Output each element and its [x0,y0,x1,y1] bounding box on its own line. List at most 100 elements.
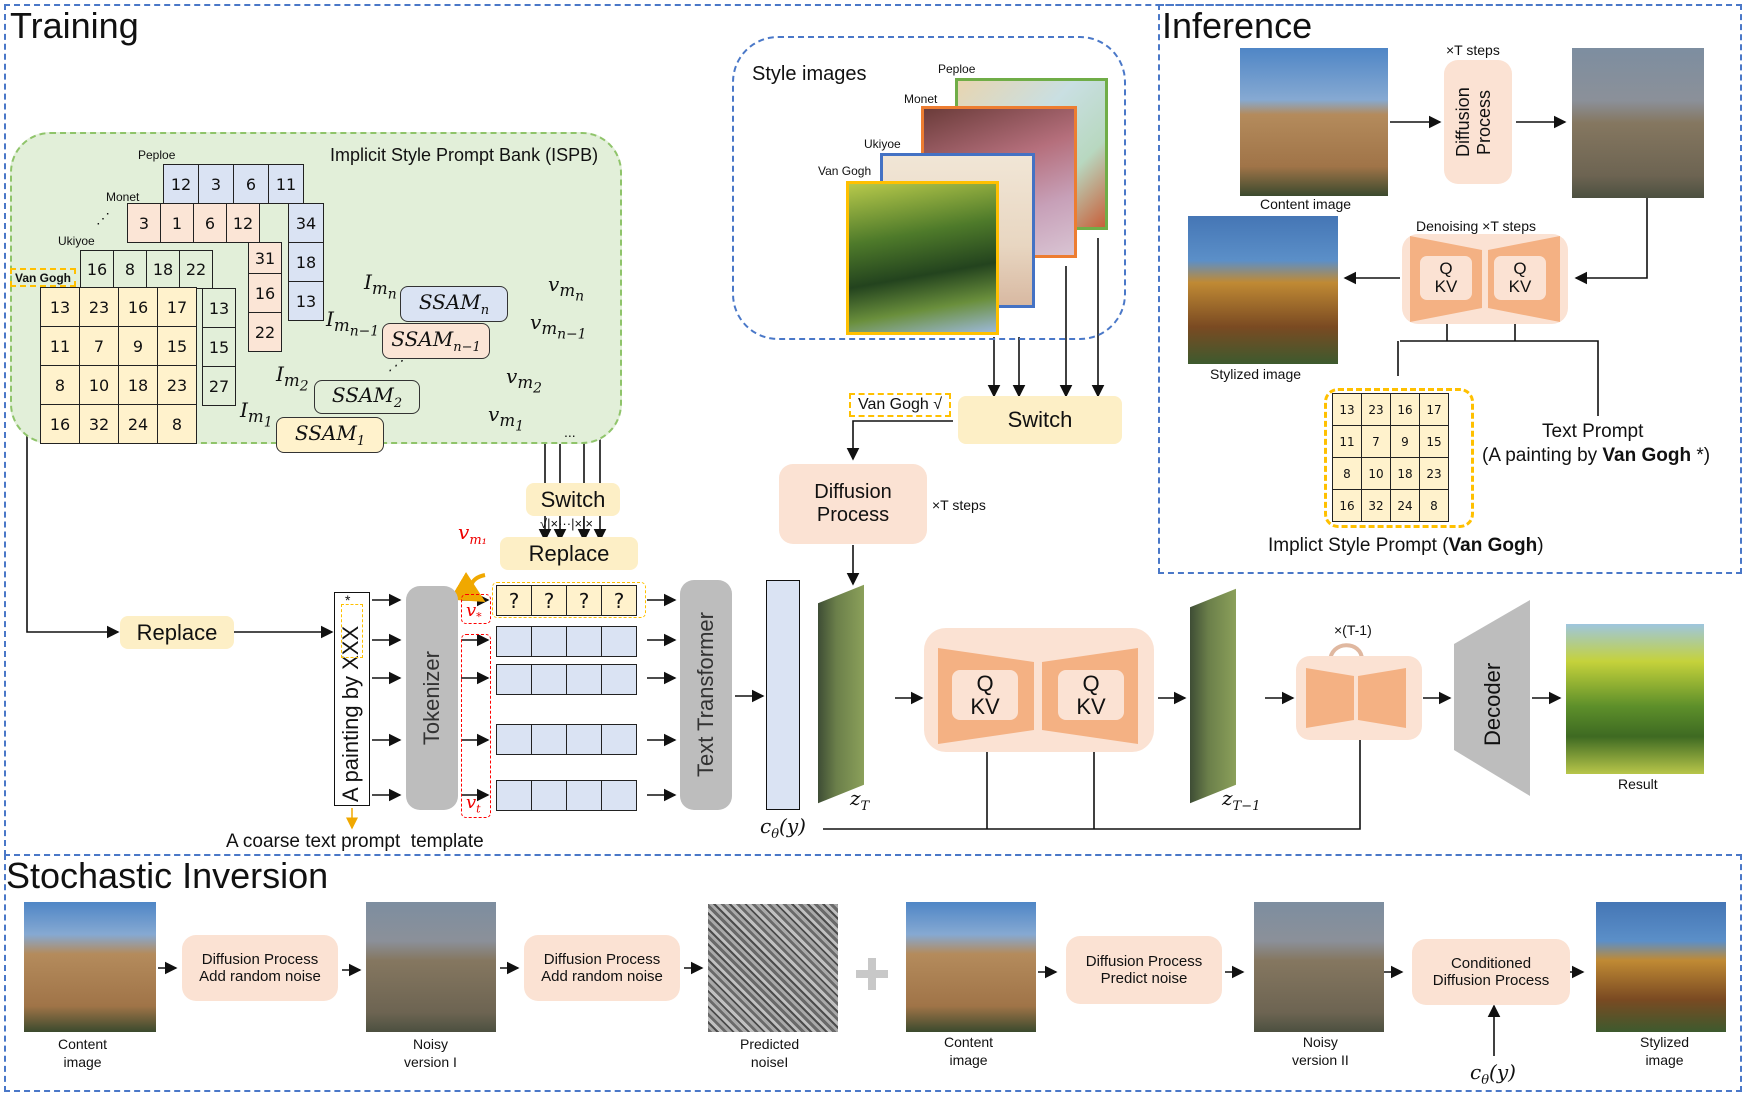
grid-cell: 10 [1361,457,1391,490]
placeholder-highlight [341,604,363,658]
si-label: Content image [58,1036,108,1070]
si-conditioned-diffusion-box: Conditioned Diffusion Process [1412,939,1570,1005]
text-prompt-title: Text Prompt [1542,421,1644,442]
grid-cell: 16 [40,404,80,444]
inference-content-label: Content image [1260,196,1352,212]
ssam-n-minus-1: SSAMn−1 [382,323,490,359]
si-label: Noisy version II [1292,1034,1349,1068]
q-label: Q [1513,259,1527,279]
peploe-prompt-col: 34 18 13 [288,203,324,321]
van-gogh-prompt-grid: 13 23 16 17 11 7 9 15 8 10 18 23 16 32 2… [40,287,197,444]
output-label-2: vm2 [506,364,542,397]
input-label-n: Imn [364,270,397,303]
replace-label: Replace [528,540,610,566]
switch-box-style: Switch [958,396,1122,444]
loop-label: ×(T-1) [1334,622,1372,638]
si-diffusion-box-1: Diffusion Process Add random noise [182,935,338,1001]
text-transformer-box: Text Transformer [680,580,732,810]
q-label: Q [1082,670,1100,696]
monet-prompt-col: 31 16 22 [248,242,282,352]
si-noisy-image-2 [1254,902,1384,1032]
grid-cell: 3 [127,203,161,243]
grid-cell: 32 [1361,489,1391,522]
si-content-image-1 [24,902,156,1032]
grid-cell: 23 [157,365,197,405]
grid-cell: 22 [179,250,213,289]
token-embedding [496,780,637,811]
input-label-1: Im1 [240,398,273,431]
grid-cell: 9 [118,326,158,366]
kv-label: KV [1508,277,1532,296]
si-stylized-image [1596,902,1726,1032]
z-t-label: zT [850,786,870,814]
monet-prompt-grid: 3 1 6 12 [127,203,260,243]
style-label-ukiyoe: Ukiyoe [864,137,901,151]
unet-loop-shape [1306,668,1406,728]
text-prompt-value: (A painting by Van Gogh *) [1482,445,1711,466]
kv-label: KV [1434,277,1458,296]
si-label: Predicted noiseI [740,1036,800,1070]
grid-cell: 8 [40,365,80,405]
placeholder-token: ? [531,585,567,616]
grid-cell: 7 [1361,425,1391,458]
replace-left-label: Replace [136,619,218,645]
grid-cell: 17 [1419,393,1449,426]
grid-cell: 17 [157,287,197,327]
grid-cell: 11 [268,164,304,204]
grid-cell: 8 [157,404,197,444]
latent-z-t-minus-1 [1190,588,1236,804]
inference-attention-right: Q KV [1494,256,1546,300]
label-peploe: Peploe [138,148,176,162]
si-label: Stylized image [1640,1034,1690,1068]
si-content-image-2 [906,902,1036,1032]
grid-cell: 10 [79,365,119,405]
grid-cell: 11 [40,326,80,366]
unet-attention-left: Q KV [952,670,1018,720]
grid-cell: 6 [233,164,269,204]
grid-cell: 12 [226,203,260,243]
van-gogh-tag: Van Gogh [10,268,76,287]
plus-icon [856,958,888,990]
v-t-box [461,634,491,818]
ssam-label: SSAMn−1 [391,327,481,355]
grid-cell: 23 [79,287,119,327]
grid-cell: 31 [248,242,282,274]
grid-cell: 32 [79,404,119,444]
grid-cell: 18 [288,242,324,282]
kv-label: KV [1076,694,1106,719]
placeholder-token: ? [566,585,602,616]
grid-cell: 8 [1332,457,1362,490]
output-label-1: vm1 [488,402,524,435]
grid-cell: 9 [1390,425,1420,458]
si-condition-label: cθ(y) [1470,1060,1516,1088]
placeholder-token: ? [601,585,637,616]
grid-cell: 18 [118,365,158,405]
si-label: Content image [944,1034,994,1068]
grid-cell: 13 [288,281,324,321]
peploe-prompt-grid: 12 3 6 11 [163,164,304,204]
ellipsis: ⋰ [96,210,110,226]
selected-style-tag: Van Gogh √ [849,393,951,417]
grid-cell: 16 [248,273,282,313]
outputs-ellipsis: ... [564,424,576,440]
implicit-style-prompt-caption: Implict Style Prompt (Van Gogh) [1268,535,1544,556]
ukiyoe-prompt-grid: 16 8 18 22 [80,250,213,289]
v-m1-label: vm₁ [458,520,487,548]
placeholder-embedding: ? ? ? ? [496,585,637,616]
t-steps-label: ×T steps [932,497,986,513]
ukiyoe-prompt-col: 13 15 27 [202,288,236,406]
grid-cell: 1 [160,203,194,243]
grid-cell: 12 [163,164,199,204]
grid-cell: 34 [288,203,324,243]
grid-cell: 23 [1419,457,1449,490]
van-gogh-style-image [846,181,999,335]
ispb-title: Implicit Style Prompt Bank (ISPB) [330,145,599,165]
switch-style-label: Switch [1007,407,1073,432]
grid-cell: 18 [146,250,180,289]
grid-cell: 6 [193,203,227,243]
inference-style-prompt-grid: 13 23 16 17 11 7 9 15 8 10 18 23 16 32 24 8 [1332,393,1449,522]
inference-t-steps: ×T steps [1446,42,1500,58]
kv-label: KV [970,694,1000,719]
inference-stylized-image [1188,216,1338,364]
inference-attention-left: Q KV [1420,256,1472,300]
